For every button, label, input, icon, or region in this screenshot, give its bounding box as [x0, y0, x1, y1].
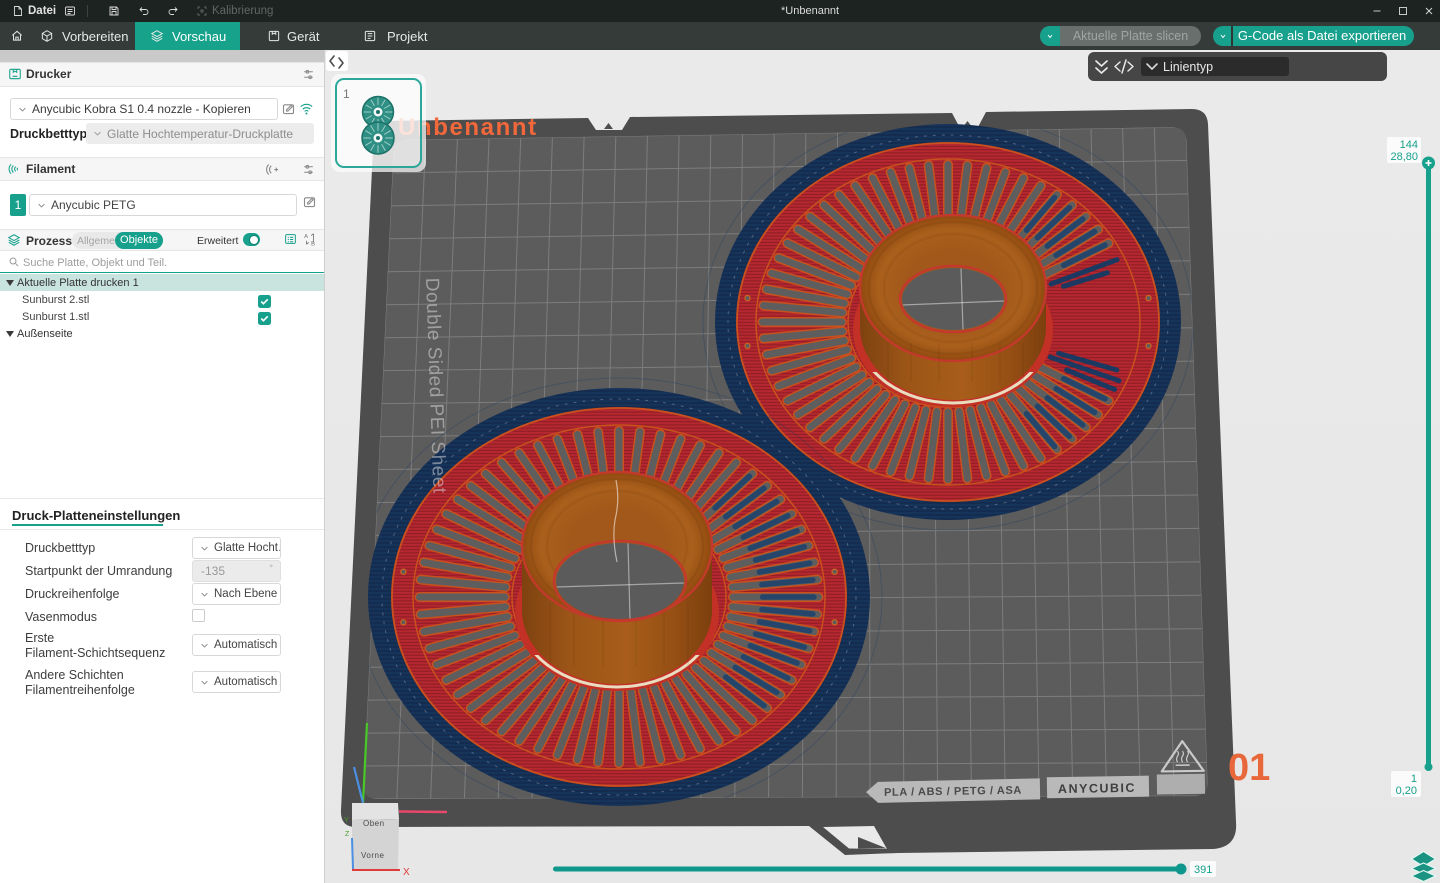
svg-text:144: 144	[1400, 139, 1418, 151]
svg-text:01: 01	[1228, 747, 1270, 789]
svg-text:Linientyp: Linientyp	[1163, 60, 1213, 74]
svg-text:Z: Z	[345, 831, 350, 838]
svg-text:Y: Y	[344, 817, 349, 824]
svg-text:391: 391	[1194, 864, 1212, 876]
svg-text:Oben: Oben	[363, 819, 385, 828]
svg-text:0,20: 0,20	[1396, 785, 1417, 797]
svg-text:1: 1	[1411, 773, 1417, 785]
svg-text:1: 1	[343, 87, 350, 101]
svg-text:B: B	[311, 241, 315, 246]
svg-text:28,80: 28,80	[1390, 151, 1418, 163]
svg-text:Vorne: Vorne	[361, 851, 384, 860]
svg-text:ANYCUBIC: ANYCUBIC	[1058, 781, 1136, 796]
svg-text:X: X	[403, 867, 410, 878]
svg-text:PLA / ABS / PETG / ASA: PLA / ABS / PETG / ASA	[884, 785, 1022, 799]
svg-text:A: A	[304, 234, 308, 240]
